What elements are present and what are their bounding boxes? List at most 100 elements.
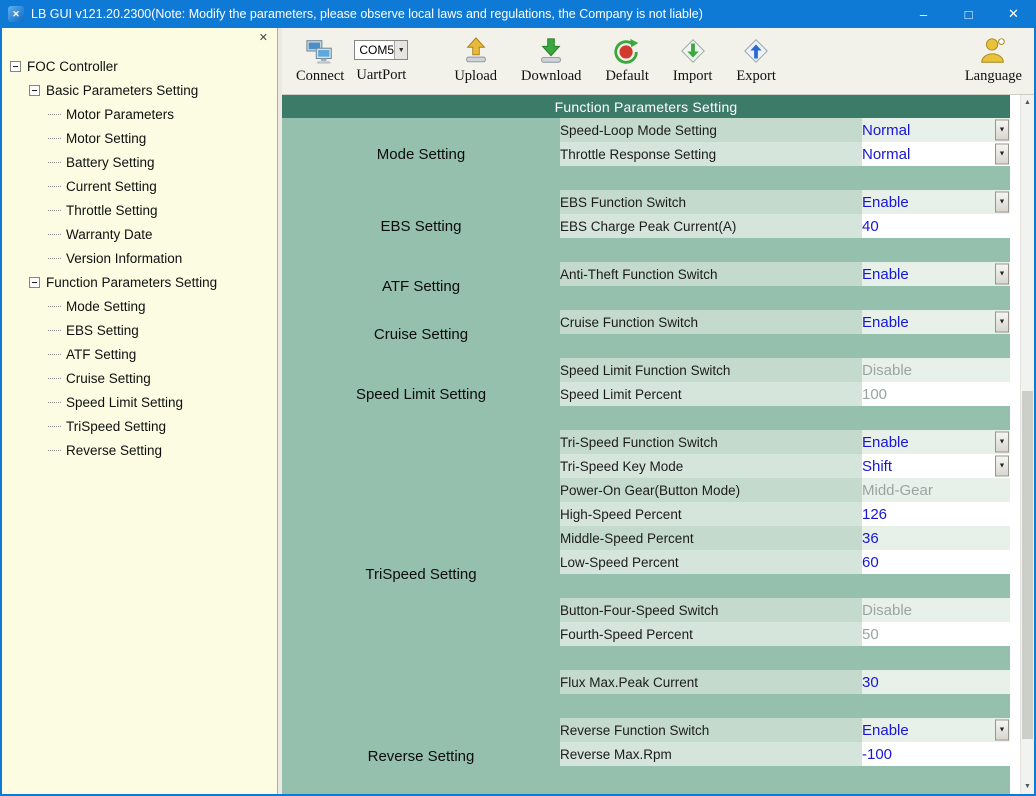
app-window: ✕ LB GUI v121.20.2300(Note: Modify the p… xyxy=(0,0,1036,796)
param-value-reverse-max-rpm[interactable]: -100 xyxy=(862,742,1010,766)
param-value-middle-speed-percent[interactable]: 36 xyxy=(862,526,1010,550)
tree-item-trispeed-setting[interactable]: TriSpeed Setting xyxy=(8,414,277,438)
param-value-low-speed-percent[interactable]: 60 xyxy=(862,550,1010,574)
language-button[interactable]: Language xyxy=(965,35,1022,85)
export-button[interactable]: Export xyxy=(736,35,775,85)
tree-connector xyxy=(48,426,61,427)
tree-item-ebs-setting[interactable]: EBS Setting xyxy=(8,318,277,342)
group-label-cruise-setting: Cruise Setting xyxy=(282,310,560,358)
value-text: 36 xyxy=(862,530,879,547)
dropdown-arrow-icon[interactable]: ▼ xyxy=(995,312,1009,333)
spacer-cell xyxy=(560,238,1010,262)
upload-button[interactable]: Upload xyxy=(454,35,497,85)
dropdown-arrow-icon[interactable]: ▼ xyxy=(995,432,1009,453)
tree-item-label: TriSpeed Setting xyxy=(66,419,166,434)
connect-button[interactable]: Connect xyxy=(296,35,344,85)
close-button[interactable]: ✕ xyxy=(991,0,1036,28)
tree-item-label: Current Setting xyxy=(66,179,157,194)
tree-item-battery-setting[interactable]: Battery Setting xyxy=(8,150,277,174)
param-value-reverse-function-switch[interactable]: Enable▼ xyxy=(862,718,1010,742)
value-text: 40 xyxy=(862,218,879,235)
value-text: -100 xyxy=(862,746,892,763)
param-value-speed-loop-mode-setting[interactable]: Normal ▼ xyxy=(862,118,1010,142)
dropdown-arrow-icon[interactable]: ▼ xyxy=(995,456,1009,477)
dropdown-arrow-icon[interactable]: ▼ xyxy=(995,144,1009,165)
vertical-scrollbar[interactable]: ▲ ▼ xyxy=(1020,95,1034,794)
value-text: 60 xyxy=(862,554,879,571)
tree-item-label: Battery Setting xyxy=(66,155,155,170)
param-value-ebs-function-switch[interactable]: Enable▼ xyxy=(862,190,1010,214)
value-text: Midd-Gear xyxy=(862,482,933,499)
param-value-tri-speed-key-mode[interactable]: Shift▼ xyxy=(862,454,1010,478)
tree-item-foc-controller[interactable]: FOC Controller xyxy=(8,54,277,78)
group-label-trispeed-setting: TriSpeed Setting xyxy=(282,430,560,718)
maximize-button[interactable]: □ xyxy=(946,0,991,28)
scrollbar-thumb[interactable] xyxy=(1022,391,1033,739)
tree-connector xyxy=(48,186,61,187)
tree-item-atf-setting[interactable]: ATF Setting xyxy=(8,342,277,366)
panel-close-icon[interactable]: ✕ xyxy=(259,33,268,44)
value-text: Normal xyxy=(862,146,910,163)
dropdown-arrow-icon[interactable]: ▼ xyxy=(995,264,1009,285)
group-label-reverse-setting: Reverse Setting xyxy=(282,718,560,794)
tree-item-throttle-setting[interactable]: Throttle Setting xyxy=(8,198,277,222)
tree-item-motor-setting[interactable]: Motor Setting xyxy=(8,126,277,150)
tree-item-current-setting[interactable]: Current Setting xyxy=(8,174,277,198)
export-label: Export xyxy=(736,68,775,85)
param-name-throttle-response-setting: Throttle Response Setting xyxy=(560,142,862,166)
tree-item-label: Basic Parameters Setting xyxy=(46,83,198,98)
main-content: Function Parameters Setting Mode Setting… xyxy=(282,95,1034,794)
tree-connector xyxy=(48,378,61,379)
tree-item-function-parameters-setting[interactable]: Function Parameters Setting xyxy=(8,270,277,294)
param-name-speed-loop-mode-setting: Speed-Loop Mode Setting xyxy=(560,118,862,142)
tree-item-cruise-setting[interactable]: Cruise Setting xyxy=(8,366,277,390)
download-button[interactable]: Download xyxy=(521,35,581,85)
param-value-anti-theft-function-switch[interactable]: Enable▼ xyxy=(862,262,1010,286)
param-name-ebs-function-switch: EBS Function Switch xyxy=(560,190,862,214)
param-value-high-speed-percent[interactable]: 126 xyxy=(862,502,1010,526)
scroll-down-icon[interactable]: ▼ xyxy=(1021,779,1034,794)
param-value-ebs-charge-peak-current-a[interactable]: 40 xyxy=(862,214,1010,238)
import-icon xyxy=(677,35,709,67)
table-row: Reverse SettingReverse Function SwitchEn… xyxy=(282,718,1010,742)
dropdown-arrow-icon[interactable]: ▼ xyxy=(995,120,1009,141)
spacer-cell xyxy=(560,766,1010,794)
collapse-minus-icon[interactable] xyxy=(10,61,21,72)
chevron-down-icon[interactable]: ▼ xyxy=(394,41,407,59)
tree-item-reverse-setting[interactable]: Reverse Setting xyxy=(8,438,277,462)
param-value-throttle-response-setting[interactable]: Normal ▼ xyxy=(862,142,1010,166)
tree-item-mode-setting[interactable]: Mode Setting xyxy=(8,294,277,318)
tree-item-speed-limit-setting[interactable]: Speed Limit Setting xyxy=(8,390,277,414)
param-name-tri-speed-function-switch: Tri-Speed Function Switch xyxy=(560,430,862,454)
com-port-select[interactable]: COM5 ▼ xyxy=(354,40,408,60)
param-value-cruise-function-switch[interactable]: Enable▼ xyxy=(862,310,1010,334)
tree-connector xyxy=(48,258,61,259)
param-name-speed-limit-percent: Speed Limit Percent xyxy=(560,382,862,406)
value-text: Normal xyxy=(862,122,910,139)
dropdown-arrow-icon[interactable]: ▼ xyxy=(995,720,1009,741)
tree-item-basic-parameters-setting[interactable]: Basic Parameters Setting xyxy=(8,78,277,102)
scroll-up-icon[interactable]: ▲ xyxy=(1021,95,1034,110)
minimize-button[interactable]: – xyxy=(901,0,946,28)
dropdown-arrow-icon[interactable]: ▼ xyxy=(995,192,1009,213)
tree-item-warranty-date[interactable]: Warranty Date xyxy=(8,222,277,246)
import-button[interactable]: Import xyxy=(673,35,712,85)
spacer-cell xyxy=(560,406,1010,430)
download-icon xyxy=(535,35,567,67)
collapse-minus-icon[interactable] xyxy=(29,85,40,96)
param-name-high-speed-percent: High-Speed Percent xyxy=(560,502,862,526)
tree-connector xyxy=(48,162,61,163)
tree-item-version-information[interactable]: Version Information xyxy=(8,246,277,270)
spacer-cell xyxy=(560,286,1010,310)
param-value-flux-max-peak-current[interactable]: 30 xyxy=(862,670,1010,694)
collapse-minus-icon[interactable] xyxy=(29,277,40,288)
scrollbar-track[interactable] xyxy=(1021,110,1034,779)
param-name-anti-theft-function-switch: Anti-Theft Function Switch xyxy=(560,262,862,286)
param-value-tri-speed-function-switch[interactable]: Enable▼ xyxy=(862,430,1010,454)
param-name-tri-speed-key-mode: Tri-Speed Key Mode xyxy=(560,454,862,478)
param-value-speed-limit-function-switch: Disable xyxy=(862,358,1010,382)
tree-item-motor-parameters[interactable]: Motor Parameters xyxy=(8,102,277,126)
default-icon xyxy=(611,35,643,67)
com-port-value: COM5 xyxy=(359,43,394,57)
default-button[interactable]: Default xyxy=(605,35,648,85)
